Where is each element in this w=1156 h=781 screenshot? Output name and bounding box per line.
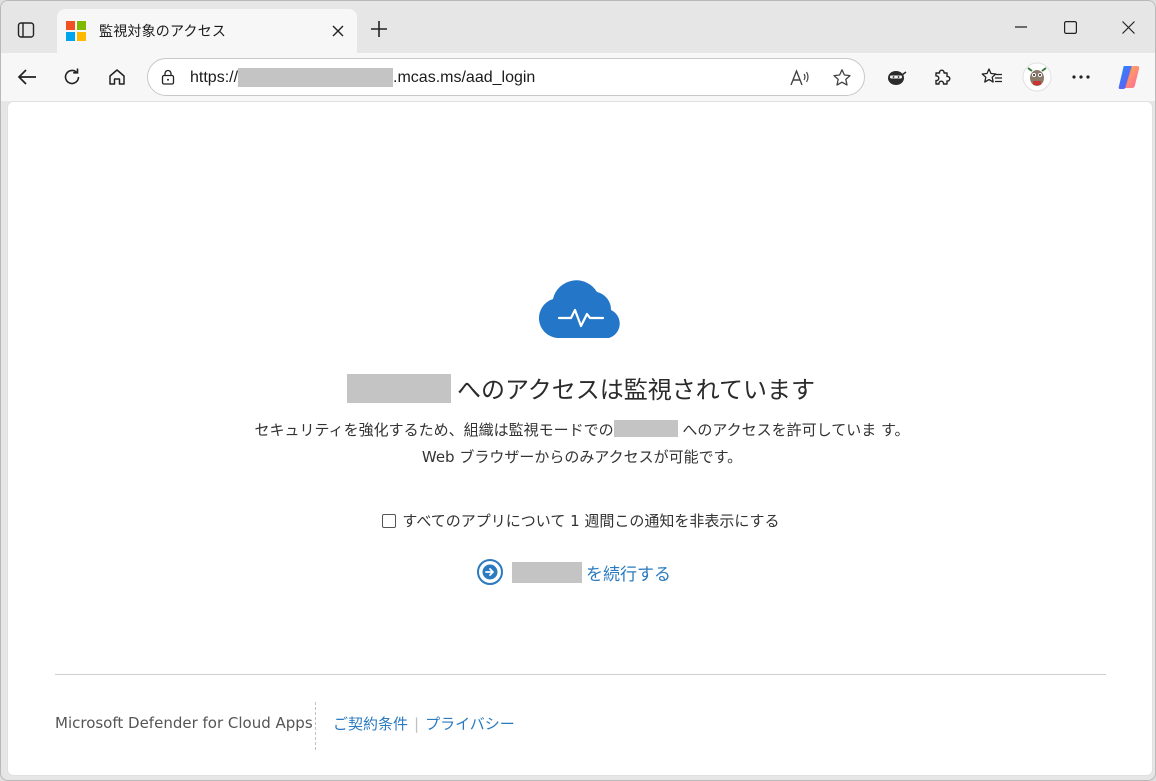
page-content: へのアクセスは監視されています セキュリティを強化するため、組織は監視モードでの…: [7, 101, 1153, 776]
description-text-2: へのアクセスを許可していま す。: [682, 421, 910, 439]
url-suffix: .mcas.ms/aad_login: [393, 68, 536, 86]
footer-links: ご契約条件 | プライバシー: [333, 713, 515, 734]
redacted-app-name-inline: [613, 420, 678, 437]
tab-close-icon[interactable]: [327, 20, 349, 42]
description-text-3: Web ブラウザーからのみアクセスが可能です。: [421, 448, 743, 466]
profile-avatar[interactable]: [1021, 61, 1053, 93]
url-text[interactable]: https:// .mcas.ms/aad_login: [190, 68, 535, 87]
more-options-icon[interactable]: [1065, 61, 1097, 93]
site-info-lock-icon[interactable]: [159, 68, 177, 86]
terms-link[interactable]: ご契約条件: [333, 713, 408, 734]
arrow-circle-right-icon[interactable]: [476, 558, 504, 586]
privacy-link[interactable]: プライバシー: [425, 713, 515, 734]
back-icon[interactable]: [11, 61, 43, 93]
read-aloud-icon[interactable]: [788, 66, 814, 90]
page-title: へのアクセスは監視されています: [8, 370, 1154, 405]
close-window-icon[interactable]: [1105, 11, 1151, 43]
cloud-monitor-icon: [538, 280, 620, 338]
footer-brand: Microsoft Defender for Cloud Apps: [55, 714, 313, 732]
redacted-app-name-continue: [512, 561, 582, 583]
minimize-icon[interactable]: [998, 11, 1044, 43]
hide-notice-label[interactable]: すべてのアプリについて 1 週間この通知を非表示にする: [402, 510, 779, 531]
continue-link[interactable]: を続行する: [476, 558, 671, 586]
tab-strip: 監視対象のアクセス: [1, 1, 1155, 53]
continue-label[interactable]: を続行する: [586, 560, 671, 585]
hide-notice-option[interactable]: すべてのアプリについて 1 週間この通知を非表示にする: [8, 510, 1154, 531]
refresh-icon[interactable]: [56, 61, 88, 93]
hide-notice-checkbox[interactable]: [382, 513, 397, 528]
footer-divider: [55, 674, 1106, 675]
link-separator: |: [414, 714, 420, 733]
browser-toolbar: https:// .mcas.ms/aad_login: [1, 53, 1155, 101]
home-icon[interactable]: [101, 61, 133, 93]
tab-actions-icon[interactable]: [13, 18, 39, 42]
address-bar[interactable]: https:// .mcas.ms/aad_login: [147, 58, 865, 96]
footer-separator: [315, 702, 316, 750]
copilot-icon[interactable]: [1113, 61, 1145, 93]
microsoft-logo-icon: [66, 21, 86, 41]
new-tab-icon[interactable]: [365, 15, 393, 43]
extensions-puzzle-icon[interactable]: [926, 61, 958, 93]
page-title-text: へのアクセスは監視されています: [456, 376, 816, 404]
monitoring-description: セキュリティを強化するため、組織は監視モードでの へのアクセスを許可していま す…: [252, 417, 912, 471]
active-tab[interactable]: 監視対象のアクセス: [57, 9, 357, 53]
maximize-icon[interactable]: [1047, 11, 1093, 43]
favorites-icon[interactable]: [976, 61, 1008, 93]
tab-title: 監視対象のアクセス: [99, 24, 227, 40]
redacted-app-name: [346, 374, 451, 403]
favorite-star-icon[interactable]: [829, 66, 855, 90]
redacted-url-segment: [238, 68, 394, 87]
extension-ninja-icon[interactable]: [880, 61, 912, 93]
url-prefix: https://: [190, 68, 239, 86]
description-text-1: セキュリティを強化するため、組織は監視モードでの: [254, 421, 614, 439]
browser-window: 監視対象のアクセス https:// .mcas.ms/aad_login への…: [0, 0, 1156, 781]
